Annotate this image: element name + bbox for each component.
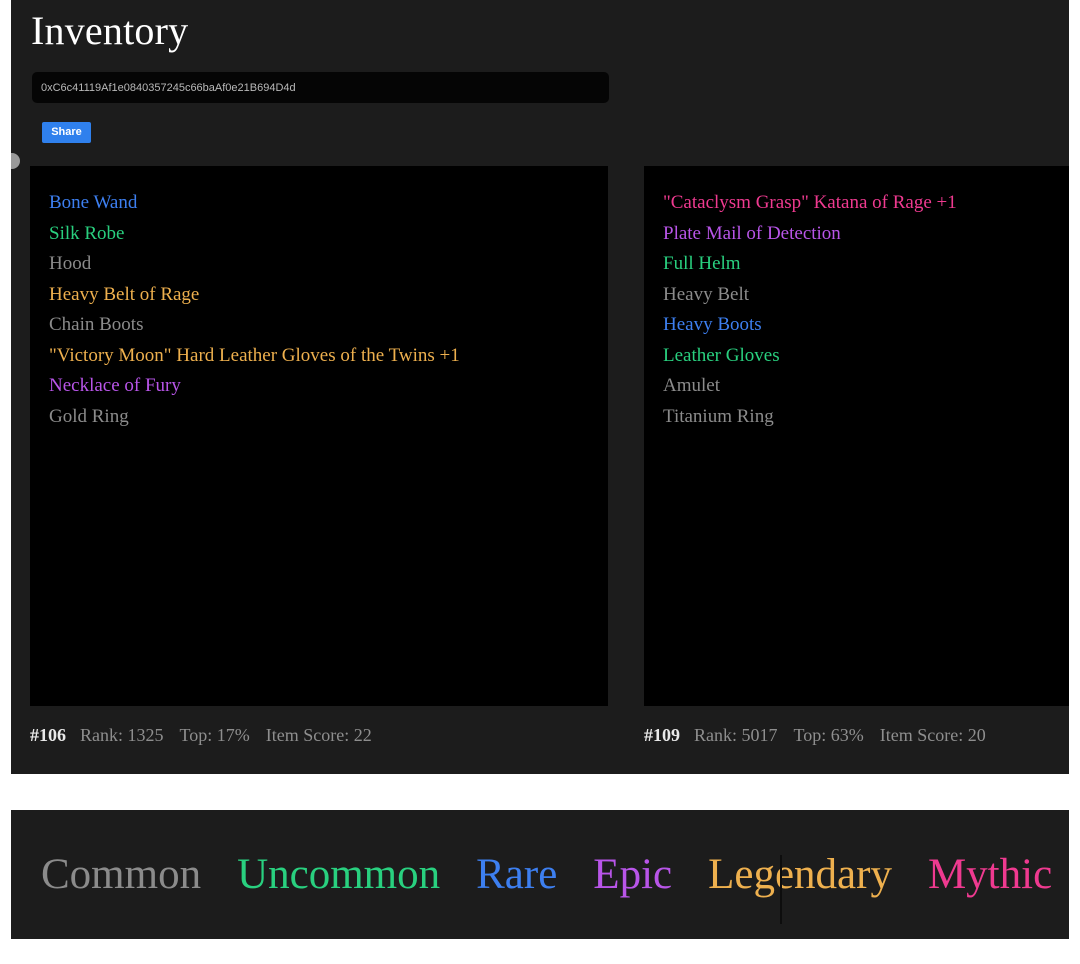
bag-id: #109 [644, 724, 680, 745]
wallet-address-input[interactable] [32, 72, 609, 103]
bag-item[interactable]: Heavy Boots [663, 310, 1069, 341]
bag-top-percent: Top: 63% [793, 724, 864, 745]
bag-card-list: Bone Wand Silk Robe Hood Heavy Belt of Rage… [30, 166, 1069, 766]
rarity-legend-items: Common Uncommon Rare Epic Legendary Mythic [41, 810, 1052, 939]
bag-item[interactable]: Plate Mail of Detection [663, 219, 1069, 250]
legend-item-rare[interactable]: Rare [476, 849, 557, 901]
bag-item[interactable]: Leather Gloves [663, 341, 1069, 372]
bag-item[interactable]: Necklace of Fury [49, 371, 589, 402]
bag-item[interactable]: Gold Ring [49, 402, 589, 433]
bag-item-list: "Cataclysm Grasp" Katana of Rage +1 Plate… [644, 166, 1069, 706]
bag-rank: Rank: 1325 [80, 724, 164, 745]
bag-footer: #109 Rank: 5017 Top: 63% Item Score: 20 [644, 718, 1069, 752]
bag-item[interactable]: Chain Boots [49, 310, 589, 341]
bag-item[interactable]: Bone Wand [49, 188, 589, 219]
share-button[interactable]: Share [42, 122, 91, 143]
bag-item-list: Bone Wand Silk Robe Hood Heavy Belt of Rage… [30, 166, 608, 706]
rarity-legend-bar: Common Uncommon Rare Epic Legendary Mythic [11, 810, 1069, 939]
bag-item[interactable]: Silk Robe [49, 219, 589, 250]
app-root: Inventory Share Bone WandSilk RobeHoodHe… [0, 0, 1080, 964]
legend-item-uncommon[interactable]: Uncommon [237, 849, 440, 901]
legend-item-mythic[interactable]: Mythic [928, 849, 1052, 901]
bag-top-percent: Top: 17% [179, 724, 250, 745]
bag-item[interactable]: Titanium Ring [663, 402, 1069, 433]
bag-card[interactable]: Bone Wand Silk Robe Hood Heavy Belt of Rage… [30, 166, 608, 774]
legend-item-common[interactable]: Common [41, 849, 201, 901]
bag-item[interactable]: Heavy Belt [663, 280, 1069, 311]
inventory-panel: Inventory Share Bone WandSilk RobeHoodHe… [11, 0, 1069, 774]
bag-item[interactable]: "Cataclysm Grasp" Katana of Rage +1 [663, 188, 1069, 219]
bag-item[interactable]: Heavy Belt of Rage [49, 280, 589, 311]
bag-item[interactable]: Full Helm [663, 249, 1069, 280]
legend-item-epic[interactable]: Epic [593, 849, 672, 901]
bag-rank: Rank: 5017 [694, 724, 778, 745]
legend-item-legendary[interactable]: Legendary [708, 849, 892, 901]
bag-footer: #106 Rank: 1325 Top: 17% Item Score: 22 [30, 718, 608, 752]
bag-item[interactable]: Amulet [663, 371, 1069, 402]
panel-drag-handle[interactable] [11, 153, 20, 169]
page-title: Inventory [31, 8, 189, 53]
text-caret [780, 855, 782, 924]
bag-card[interactable]: "Cataclysm Grasp" Katana of Rage +1 Plate… [644, 166, 1069, 774]
bag-item[interactable]: Hood [49, 249, 589, 280]
bag-item[interactable]: "Victory Moon" Hard Leather Gloves of th… [49, 341, 589, 372]
bag-item-score: Item Score: 22 [265, 724, 372, 745]
bag-item-score: Item Score: 20 [879, 724, 986, 745]
bag-id: #106 [30, 724, 66, 745]
